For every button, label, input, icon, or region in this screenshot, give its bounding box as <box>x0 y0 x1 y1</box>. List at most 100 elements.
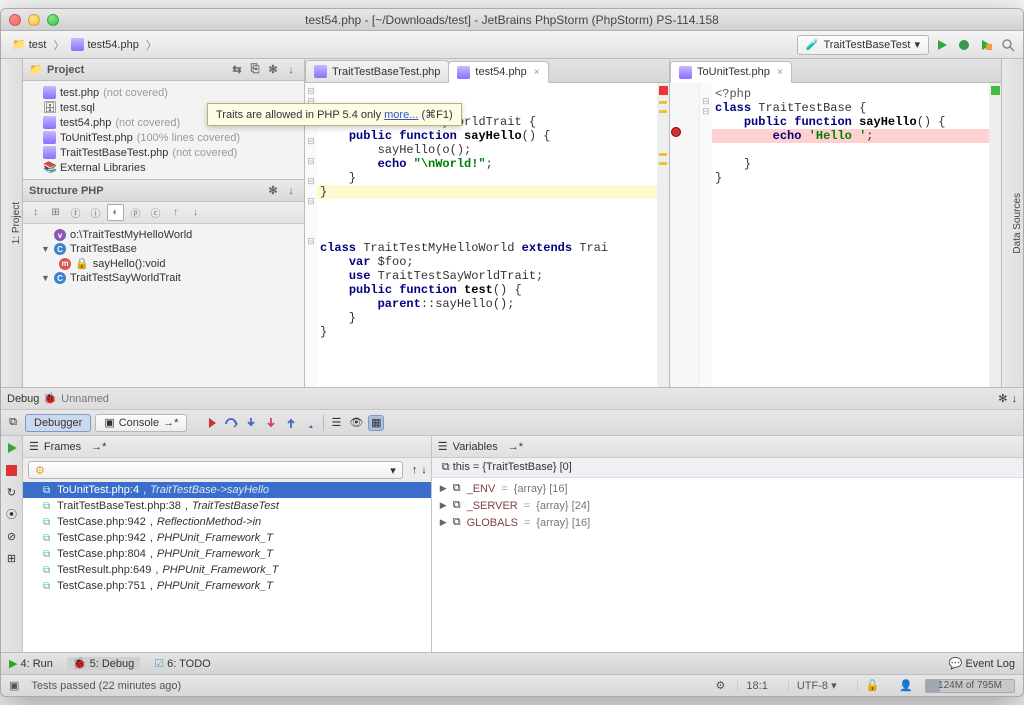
code-editor[interactable]: ⊟⊟ <?php class TraitTestBase { public fu… <box>670 83 1001 387</box>
breadcrumb-file[interactable]: test54.php <box>66 36 143 53</box>
fields-icon[interactable]: ⓕ <box>67 204 84 221</box>
console-tab[interactable]: ▣Console →* <box>95 414 187 432</box>
code-editor[interactable]: ⊟⊟ ⊟ ⊟ ⊟ ⊟ ⊟ Traits are allowed in PHP 5… <box>305 83 669 387</box>
frame-row[interactable]: TestCase.php:942, ReflectionMethod->in <box>23 514 431 530</box>
lock-icon[interactable]: 🔓 <box>857 679 888 692</box>
gear-icon[interactable]: ✻ <box>266 184 280 198</box>
zoom-window-button[interactable] <box>47 14 59 26</box>
project-tree[interactable]: test.php (not covered) test.sql test54.p… <box>23 81 304 179</box>
structure-item[interactable]: m🔒sayHello():void <box>23 256 304 271</box>
editor-tab[interactable]: ToUnitTest.php× <box>670 61 792 83</box>
gear-icon[interactable]: ✻ <box>998 392 1007 405</box>
file-row[interactable]: TraitTestBaseTest.php (not covered) <box>23 145 304 160</box>
frame-row[interactable]: TestResult.php:649, PHPUnit_Framework_T <box>23 562 431 578</box>
warning-marker-icon[interactable] <box>659 153 667 156</box>
marker-bar[interactable] <box>657 83 669 387</box>
layout-button[interactable]: ⊞ <box>4 550 20 566</box>
evaluate-icon[interactable]: ☰ <box>328 415 344 431</box>
frame-row[interactable]: TestCase.php:804, PHPUnit_Framework_T <box>23 546 431 562</box>
methods-icon[interactable]: ◐ <box>107 204 124 221</box>
gear-icon[interactable]: ✻ <box>266 63 280 77</box>
frame-row[interactable]: TestCase.php:751, PHPUnit_Framework_T <box>23 578 431 594</box>
hide-icon[interactable]: ↓ <box>284 63 298 77</box>
file-encoding[interactable]: UTF-8 ▾ <box>788 679 845 692</box>
frame-row[interactable]: TraitTestBaseTest.php:38, TraitTestBaseT… <box>23 498 431 514</box>
error-marker-icon[interactable] <box>659 86 668 95</box>
expand-all-icon[interactable]: ↓ <box>187 204 204 221</box>
expand-icon[interactable]: ⊞ <box>47 204 64 221</box>
search-button[interactable] <box>999 36 1017 54</box>
step-into-icon[interactable] <box>243 415 259 431</box>
libs-row[interactable]: External Libraries <box>23 160 304 175</box>
layout-icon[interactable]: ▦ <box>368 415 384 431</box>
variables-list[interactable]: ▶⧉_ENV={array} [16] ▶⧉_SERVER={array} [2… <box>432 478 1023 652</box>
breakpoint-icon[interactable] <box>671 127 681 137</box>
breadcrumb-folder[interactable]: test <box>7 36 51 53</box>
run-tab[interactable]: ▶4: Run <box>9 657 53 670</box>
hide-icon[interactable]: ↓ <box>1012 393 1018 405</box>
code-content[interactable]: Traits are allowed in PHP 5.4 only more.… <box>317 83 657 387</box>
close-tab-icon[interactable]: × <box>777 67 783 78</box>
inherited-icon[interactable]: ⓘ <box>87 204 104 221</box>
run-configuration-select[interactable]: 🧪 TraitTestBaseTest ▾ <box>797 35 929 55</box>
minimize-window-button[interactable] <box>28 14 40 26</box>
next-frame-icon[interactable]: ↓ <box>421 464 427 476</box>
todo-tab[interactable]: ☑6: TODO <box>154 657 210 670</box>
run-button[interactable] <box>933 36 951 54</box>
structure-item[interactable]: ▼CTraitTestSayWorldTrait <box>23 271 304 285</box>
run-to-cursor-icon[interactable] <box>303 415 319 431</box>
props-icon[interactable]: ⓟ <box>127 204 144 221</box>
event-log-tab[interactable]: 💬Event Log <box>949 657 1015 670</box>
collapse-icon[interactable]: ⎘ <box>248 63 262 77</box>
inspection-tooltip[interactable]: Traits are allowed in PHP 5.4 only more.… <box>317 103 462 126</box>
close-window-button[interactable] <box>9 14 21 26</box>
structure-item[interactable]: vo:\TraitTestMyHelloWorld <box>23 228 304 242</box>
watches-icon[interactable]: 👁 <box>348 415 364 431</box>
step-over-icon[interactable] <box>223 415 239 431</box>
marker-bar[interactable] <box>989 83 1001 387</box>
editor-tab[interactable]: TraitTestBaseTest.php <box>305 60 449 82</box>
memory-indicator[interactable]: 124M of 795M <box>925 679 1015 693</box>
debug-tab[interactable]: 🐞5: Debug <box>67 657 140 670</box>
line-gutter[interactable] <box>670 83 700 387</box>
structure-tree[interactable]: vo:\TraitTestMyHelloWorld ▼CTraitTestBas… <box>23 224 304 289</box>
rail-datasources[interactable]: Data Sources <box>1012 187 1023 260</box>
frame-row[interactable]: TestCase.php:942, PHPUnit_Framework_T <box>23 530 431 546</box>
mute-breakpoints-button[interactable]: ⊘ <box>4 528 20 544</box>
rerun-button[interactable]: ↻ <box>4 484 20 500</box>
warning-marker-icon[interactable] <box>659 101 667 104</box>
frame-list[interactable]: ToUnitTest.php:4, TraitTestBase->sayHell… <box>23 482 431 652</box>
collapse-all-icon[interactable]: ↑ <box>167 204 184 221</box>
file-row[interactable]: test.php (not covered) <box>23 85 304 100</box>
structure-item[interactable]: ▼CTraitTestBase <box>23 242 304 256</box>
step-out-icon[interactable] <box>283 415 299 431</box>
rail-project[interactable]: 1: Project <box>11 196 22 250</box>
force-step-into-icon[interactable] <box>263 415 279 431</box>
sort-icon[interactable]: ↕ <box>27 204 44 221</box>
fold-gutter[interactable]: ⊟⊟ ⊟ ⊟ ⊟ ⊟ ⊟ <box>305 83 317 387</box>
resume-button[interactable] <box>4 440 20 456</box>
hector-icon[interactable]: 👤 <box>899 679 913 692</box>
file-row[interactable]: ToUnitTest.php (100% lines covered) <box>23 130 304 145</box>
variable-row[interactable]: ▶⧉GLOBALS={array} [16] <box>432 514 1023 531</box>
debugger-tab[interactable]: Debugger <box>25 414 91 432</box>
coverage-button[interactable] <box>977 36 995 54</box>
caret-position[interactable]: 18:1 <box>737 680 775 692</box>
view-breakpoints-button[interactable]: ⦿ <box>4 506 20 522</box>
ok-marker-icon[interactable] <box>991 86 1000 95</box>
stop-button[interactable] <box>4 462 20 478</box>
const-icon[interactable]: ⓒ <box>147 204 164 221</box>
fold-gutter[interactable]: ⊟⊟ <box>700 83 712 387</box>
code-content[interactable]: <?php class TraitTestBase { public funct… <box>712 83 989 387</box>
prev-frame-icon[interactable]: ↑ <box>412 464 418 476</box>
autosync-icon[interactable]: ⇆ <box>230 63 244 77</box>
hide-icon[interactable]: ↓ <box>284 184 298 198</box>
variable-row[interactable]: ▶⧉_ENV={array} [16] <box>432 480 1023 497</box>
expand-icon[interactable]: ▣ <box>9 679 19 692</box>
debug-button[interactable] <box>955 36 973 54</box>
frame-row[interactable]: ToUnitTest.php:4, TraitTestBase->sayHell… <box>23 482 431 498</box>
thread-select[interactable]: ▾ <box>28 461 403 479</box>
gear-icon[interactable]: ⚙ <box>716 679 726 692</box>
warning-marker-icon[interactable] <box>659 162 667 165</box>
close-tab-icon[interactable]: × <box>534 67 540 78</box>
